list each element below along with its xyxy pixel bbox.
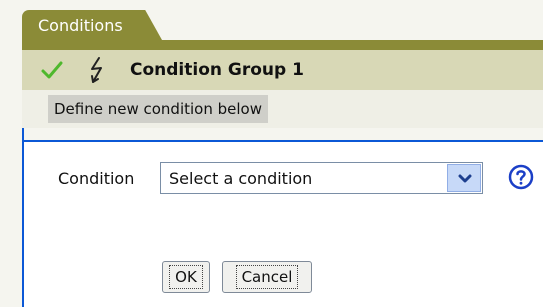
ok-button[interactable]: OK xyxy=(162,261,210,293)
lightning-icon xyxy=(91,57,102,83)
condition-group-title: Condition Group 1 xyxy=(130,60,304,80)
condition-select-value[interactable]: Select a condition xyxy=(169,168,312,190)
ok-button-label: OK xyxy=(169,265,203,289)
condition-label: Condition xyxy=(58,169,135,188)
question-circle-icon[interactable] xyxy=(508,164,534,190)
conditions-panel: Conditions Condition Group 1 Define new … xyxy=(0,0,543,307)
check-icon xyxy=(41,61,63,79)
editor-left-rule xyxy=(22,128,24,140)
chevron-down-icon xyxy=(458,174,472,183)
tab-underline xyxy=(22,40,543,50)
condition-select-dropdown-button[interactable] xyxy=(447,164,481,192)
define-instruction: Define new condition below xyxy=(48,95,268,123)
cancel-button[interactable]: Cancel xyxy=(222,261,312,293)
tab-conditions-label: Conditions xyxy=(38,16,123,35)
cancel-button-label: Cancel xyxy=(235,265,299,289)
